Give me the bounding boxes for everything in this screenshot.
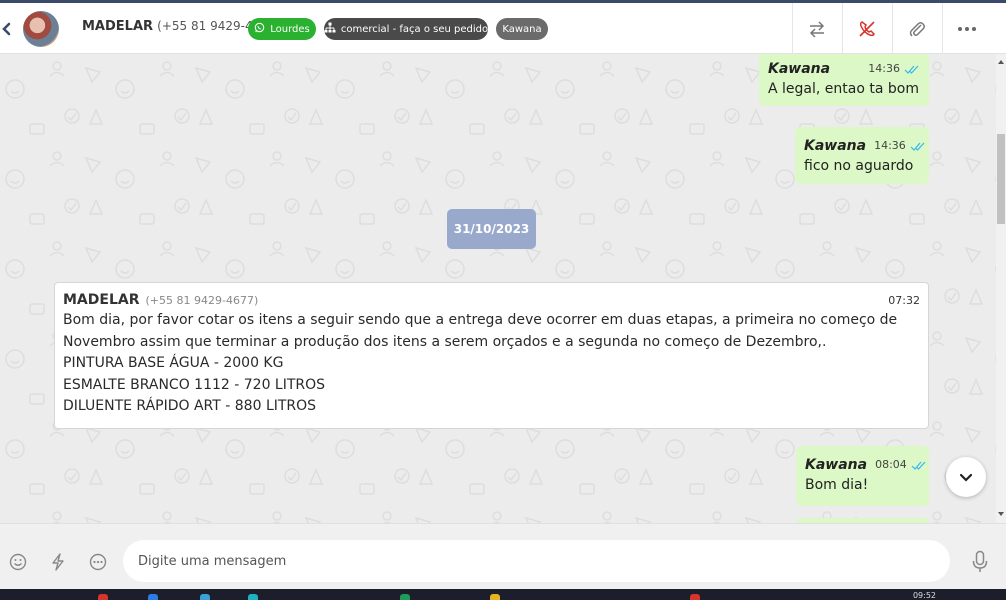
scroll-down-button[interactable] [946, 457, 986, 497]
tag-label: Kawana [502, 23, 542, 35]
message-input[interactable] [123, 540, 950, 582]
emoji-icon[interactable] [8, 552, 28, 572]
outgoing-message[interactable]: Kawana 14:36 fico no aguardo [795, 127, 929, 184]
divider [892, 3, 893, 54]
taskbar-clock: 09:52 [912, 591, 936, 600]
attach-icon[interactable] [905, 17, 929, 41]
contact-name-label: MADELAR [82, 19, 154, 34]
message-time: 14:36 [874, 139, 906, 152]
chevron-down-icon [959, 468, 973, 487]
chat-header: MADELAR (+55 81 9429-4677) Lourdes comer… [0, 0, 1006, 54]
message-text-line: DILUENTE RÁPIDO ART - 880 LITROS [63, 398, 317, 414]
tag-agent[interactable]: Kawana [496, 18, 548, 40]
tag-label: comercial - faça o seu pedido [340, 23, 489, 35]
message-text-line: Bom dia, por favor cotar os itens a segu… [63, 312, 898, 328]
message-sender-phone: (+55 81 9429-4677) [145, 294, 259, 307]
app-icon[interactable] [200, 594, 210, 600]
browser-icon[interactable] [98, 594, 108, 600]
microphone-icon[interactable] [970, 550, 990, 574]
double-check-icon [911, 455, 927, 474]
message-text-line: ESMALTE BRANCO 1112 - 720 LITROS [63, 376, 326, 393]
app-icon[interactable] [248, 594, 258, 600]
composer-bar [0, 523, 1006, 589]
sitemap-icon [324, 22, 336, 36]
outgoing-message[interactable]: Kawana 08:04 Bom dia! [796, 446, 929, 506]
message-text: Bom dia! [805, 477, 869, 493]
app-icon[interactable] [690, 594, 700, 600]
chat-scrollbar[interactable] [996, 54, 1006, 523]
message-time: 08:04 [875, 458, 907, 471]
date-divider: 31/10/2023 [447, 209, 536, 249]
message-text: fico no aguardo [804, 158, 914, 174]
divider [942, 3, 943, 54]
tag-lourdes[interactable]: Lourdes [248, 18, 316, 40]
message-time: 07:32 [888, 294, 920, 307]
message-sender: Kawana [805, 456, 868, 473]
message-text-line: Novembro assim que terminar a produção d… [63, 333, 827, 350]
divider [842, 3, 843, 54]
double-check-icon [910, 136, 926, 155]
app-icon[interactable] [490, 594, 500, 600]
incoming-message[interactable]: MADELAR (+55 81 9429-4677) 07:32 Bom dia… [54, 282, 929, 429]
message-text: A legal, entao ta bom [768, 81, 919, 97]
os-taskbar: 09:52 [0, 589, 1006, 600]
message-text-line: PINTURA BASE ÁGUA - 2000 KG [63, 355, 284, 371]
message-time: 14:36 [868, 62, 900, 75]
message-sender: Kawana [804, 137, 867, 154]
scroll-up-arrow-icon[interactable] [998, 60, 1004, 64]
tag-queue[interactable]: comercial - faça o seu pedido [324, 18, 488, 40]
app-icon[interactable] [148, 594, 158, 600]
quick-reply-icon[interactable] [88, 552, 108, 572]
message-sender: Kawana [768, 60, 831, 77]
lightning-icon[interactable] [48, 552, 68, 572]
transfer-icon[interactable] [805, 17, 829, 41]
back-chevron-icon[interactable] [0, 17, 14, 41]
scroll-thumb[interactable] [997, 134, 1005, 224]
app-icon[interactable] [400, 594, 410, 600]
tag-label: Lourdes [270, 23, 310, 35]
end-call-icon[interactable] [855, 17, 879, 41]
divider [792, 3, 793, 54]
scroll-down-arrow-icon[interactable] [998, 512, 1004, 516]
more-icon[interactable] [955, 17, 979, 41]
message-list[interactable]: Kawana 14:36 A legal, entao ta bom Kawan… [0, 54, 996, 523]
double-check-icon [904, 59, 920, 78]
outgoing-message[interactable]: Kawana 14:36 A legal, entao ta bom [759, 54, 929, 106]
message-sender: MADELAR [63, 292, 140, 308]
whatsapp-icon [254, 22, 265, 36]
avatar[interactable] [23, 11, 59, 47]
